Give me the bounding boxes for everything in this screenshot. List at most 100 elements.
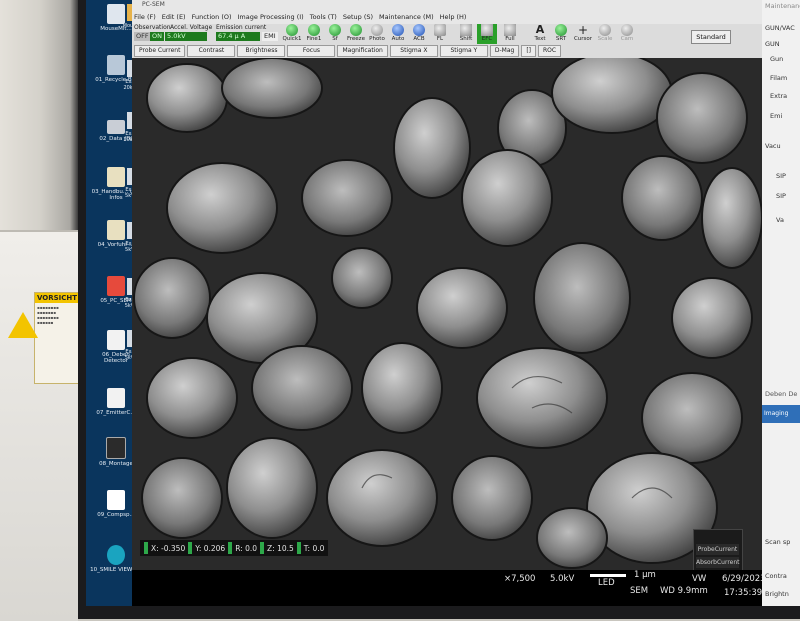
stage-coordinates: X: -0.350 Y: 0.206 R: 0.0 Z: 10.5 T: 0.0 — [140, 540, 329, 556]
panel-item: Extra — [770, 92, 788, 100]
observation-label: Observation — [134, 24, 171, 31]
stage-x: X: -0.350 — [151, 543, 186, 553]
probe-current-button[interactable]: ProbeCurrent — [696, 544, 739, 555]
time-readout: 17:35:39 — [724, 588, 763, 598]
compass-star-icon — [107, 490, 125, 510]
tab-probe-current[interactable]: Probe Current — [134, 45, 186, 57]
freeze-icon — [350, 24, 362, 36]
panel-item: Brightn — [765, 590, 789, 598]
radiation-warning-icon — [8, 312, 38, 338]
tab-magnification[interactable]: Magnification — [337, 45, 388, 57]
slow-scan-button[interactable]: Sf — [325, 24, 345, 44]
shield-icon — [286, 24, 298, 36]
panel-item[interactable]: GUN/VAC — [765, 24, 795, 32]
acb-icon — [413, 24, 425, 36]
panel-item: Emi — [770, 112, 783, 120]
accel-voltage-label: Accel. Voltage — [170, 24, 213, 31]
camera-icon — [371, 24, 383, 36]
tab-stigma-x[interactable]: Stigma X — [389, 45, 438, 57]
stage-r: R: 0.0 — [235, 543, 258, 553]
panel-item: Gun — [770, 55, 784, 63]
srt-icon — [555, 24, 567, 36]
menu-edit[interactable]: Edit (E) — [162, 13, 186, 21]
freeze-button[interactable]: Freeze — [346, 24, 366, 44]
shift-button[interactable]: Shift — [456, 24, 476, 44]
tab-d-mag[interactable]: D-Mag — [489, 45, 520, 57]
scale-button[interactable]: Scale — [595, 24, 615, 44]
stage-y: Y: 0.206 — [195, 543, 226, 553]
text-button[interactable]: A Text — [530, 24, 550, 44]
mode-readout: SEM — [630, 586, 649, 596]
srt-button[interactable]: SRT — [551, 24, 571, 44]
camera-icon — [621, 24, 633, 36]
accel-voltage-field[interactable]: 5.0kV — [165, 32, 207, 41]
beam-on-button[interactable]: ON — [150, 32, 164, 41]
menu-maintenance[interactable]: Maintenance (M) — [379, 13, 434, 21]
menu-setup[interactable]: Setup (S) — [343, 13, 373, 21]
coord-marker — [188, 542, 193, 554]
date-readout: 6/29/2023 — [722, 574, 766, 584]
emi-button[interactable]: EMI — [262, 32, 278, 41]
tab-focus[interactable]: Focus — [287, 45, 336, 57]
quick-scan-button[interactable]: Quick1 — [282, 24, 302, 44]
warning-heading: VORSICHT — [35, 293, 79, 303]
panel-item: Scan sp — [765, 538, 791, 546]
toolbar: Observation Accel. Voltage Emission curr… — [132, 24, 762, 59]
cursor-button[interactable]: + Cursor — [573, 24, 593, 44]
tab-stigma-y[interactable]: Stigma Y — [439, 45, 488, 57]
window-title: PC-SEM — [142, 1, 165, 8]
efc-button[interactable]: EFC — [477, 24, 497, 44]
stage-t: T: 0.0 — [303, 543, 325, 553]
text-a-icon: A — [535, 23, 545, 36]
menu-image-processing[interactable]: Image Processing (I) — [238, 13, 304, 21]
magnification-readout: ×7,500 — [504, 574, 536, 584]
detector-readout: LED — [598, 578, 615, 588]
menu-tools[interactable]: Tools (T) — [310, 13, 337, 21]
coord-marker — [144, 542, 148, 554]
tab-bracket[interactable]: [] — [521, 45, 536, 57]
coord-marker — [260, 542, 265, 554]
vw-label: VW — [692, 574, 707, 584]
screen: MouseMit... 01_Recycle Bin 02_Data (D) 0… — [86, 0, 800, 606]
working-distance: WD 9.9mm — [660, 586, 708, 596]
tab-brightness[interactable]: Brightness — [237, 45, 286, 57]
standard-button[interactable]: Standard — [691, 30, 731, 44]
sem-micrograph — [132, 58, 762, 570]
imaging-tab[interactable]: Imaging — [762, 405, 800, 423]
menu-file[interactable]: File (F) — [134, 13, 156, 21]
scale-bar-label: 1 μm — [634, 570, 656, 580]
panel-item: Contra — [765, 572, 787, 580]
panel-item: Va — [776, 216, 784, 224]
adjust-tabs: Probe Current Contrast Brightness Focus … — [134, 45, 562, 57]
menu-help[interactable]: Help (H) — [440, 13, 467, 21]
stage-z: Z: 10.5 — [267, 543, 294, 553]
camera-icon — [434, 24, 446, 36]
pc-sem-window: PC-SEM File (F) Edit (E) Function (O) Im… — [132, 0, 766, 606]
auto-icon — [392, 24, 404, 36]
efc-icon — [481, 24, 493, 36]
coord-marker — [228, 542, 233, 554]
acb-button[interactable]: ACB — [409, 24, 429, 44]
montage-grid-icon — [106, 437, 126, 459]
cam-button[interactable]: Cam — [617, 24, 637, 44]
full-screen-button[interactable]: Full — [500, 24, 520, 44]
panel-title: Maintenance — [765, 2, 800, 10]
scale-icon — [599, 24, 611, 36]
panel-item: GUN — [765, 40, 780, 48]
panel-item: Filam — [770, 74, 788, 82]
auto-button[interactable]: Auto — [388, 24, 408, 44]
smile-view-icon — [107, 545, 125, 565]
photo-button[interactable]: Photo — [367, 24, 387, 44]
menu-function[interactable]: Function (O) — [192, 13, 232, 21]
warning-sticker: VORSICHT ▪▪▪▪▪▪▪▪ ▪▪▪▪▪▪▪ ▪▪▪▪▪▪▪▪ ▪▪▪▪▪▪ — [34, 292, 80, 384]
crosshair-icon: + — [577, 23, 589, 37]
tab-roc[interactable]: ROC — [538, 45, 562, 57]
fl-button[interactable]: FL — [430, 24, 450, 44]
menu-list: File (F) Edit (E) Function (O) Image Pro… — [132, 13, 466, 21]
beam-off-button[interactable]: OFF — [134, 32, 151, 41]
tab-contrast[interactable]: Contrast — [187, 45, 236, 57]
fullscreen-icon — [504, 24, 516, 36]
absorb-current-button[interactable]: AbsorbCurrent — [696, 557, 740, 568]
sem-image-view[interactable] — [132, 58, 762, 570]
fine-scan-button[interactable]: Fine1 — [304, 24, 324, 44]
